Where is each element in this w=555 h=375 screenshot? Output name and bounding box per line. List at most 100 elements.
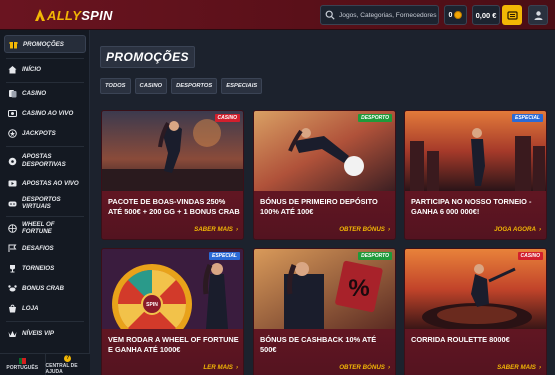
- sidebar-item-label: TORNEIOS: [22, 264, 55, 272]
- filter-todos[interactable]: TODOS: [100, 78, 131, 94]
- filter-desportos[interactable]: DESPORTOS: [171, 78, 218, 94]
- sidebar: PROMOÇÕES INÍCIO CASINO CASINO AO VIVO J…: [0, 30, 90, 375]
- promo-title: BÓNUS DE CASHBACK 10% ATÉ 500€: [260, 335, 377, 354]
- saber-mais-link[interactable]: SABER MAIS ›: [497, 364, 541, 371]
- sidebar-item-label: CASINO AO VIVO: [22, 109, 74, 117]
- promo-image-spin-wheel: SPIN: [102, 249, 243, 329]
- filter-casino[interactable]: CASINO: [134, 78, 168, 94]
- chevron-right-icon: ›: [538, 226, 541, 233]
- user-icon: [534, 10, 542, 20]
- category-badge: CASINO: [214, 114, 240, 122]
- sidebar-item-label: APOSTAS AO VIVO: [22, 179, 79, 187]
- promo-image-cashback-percent: %: [254, 249, 395, 329]
- chevron-right-icon: ›: [387, 226, 390, 233]
- trophy-icon: [10, 264, 15, 272]
- home-icon: [8, 65, 17, 73]
- promo-title: BÓNUS DE PRIMEIRO DEPÓSITO 100% ATÉ 100€: [260, 197, 378, 216]
- sidebar-item-bonus-crab[interactable]: BONUS CRAB: [4, 279, 86, 297]
- cta-label: SABER MAIS: [497, 364, 536, 371]
- sidebar-item-wheel-of-fortune[interactable]: WHEEL OF FORTUNE: [4, 219, 86, 237]
- obter-bonus-link[interactable]: OBTER BÓNUS ›: [339, 226, 390, 233]
- gg-balance[interactable]: 0: [444, 5, 467, 25]
- category-badge: ESPECIAL: [511, 114, 543, 122]
- chevron-right-icon: ›: [387, 364, 390, 371]
- sidebar-item-apostas-desportivas[interactable]: APOSTAS DESPORTIVAS: [4, 149, 86, 173]
- logo-text-ally: ALLY: [47, 7, 82, 23]
- wallet-button[interactable]: [502, 5, 522, 25]
- sidebar-item-desafios[interactable]: DESAFIOS: [4, 239, 86, 257]
- sidebar-item-torneios[interactable]: TORNEIOS: [4, 259, 86, 277]
- sidebar-item-apostas-ao-vivo[interactable]: APOSTAS AO VIVO: [4, 174, 86, 192]
- saber-mais-link[interactable]: SABER MAIS ›: [194, 226, 238, 233]
- search-box[interactable]: [320, 5, 439, 25]
- vip-icon: [8, 330, 17, 337]
- sports-icon: [8, 157, 17, 165]
- sidebar-item-casino-ao-vivo[interactable]: CASINO AO VIVO: [4, 104, 86, 122]
- virtual-icon: [8, 201, 17, 206]
- filter-especiais[interactable]: ESPECIAIS: [221, 78, 263, 94]
- sidebar-item-label: INÍCIO: [22, 65, 41, 73]
- sidebar-item-label: NÍVEIS VIP: [22, 329, 54, 337]
- cta-label: OBTER BÓNUS: [339, 364, 385, 371]
- sidebar-divider: [6, 146, 84, 147]
- sidebar-item-label: CASINO: [22, 89, 47, 97]
- promo-card-tournament[interactable]: ESPECIAL PARTICIPA NO NOSSO TORNEIO - GA…: [404, 110, 547, 240]
- promo-card-welcome-pack[interactable]: CASINO PACOTE DE BOAS-VINDAS 250% ATÉ 50…: [101, 110, 244, 240]
- live-icon: [8, 109, 17, 117]
- promo-card-first-deposit[interactable]: DESPORTO BÓNUS DE PRIMEIRO DEPÓSITO 100%…: [253, 110, 396, 240]
- sidebar-divider: [6, 216, 84, 217]
- joga-agora-link[interactable]: JOGA AGORA ›: [494, 226, 541, 233]
- jackpot-icon: [8, 128, 17, 138]
- portugal-flag-icon: [18, 358, 26, 364]
- language-selector[interactable]: PORTUGUÊS: [0, 354, 45, 375]
- wheel-icon: [8, 223, 17, 233]
- sidebar-item-label: PROMOÇÕES: [23, 40, 64, 48]
- top-bar: ALLYSPIN 0 0,00 €: [0, 0, 555, 30]
- sidebar-item-niveis-vip[interactable]: NÍVEIS VIP: [4, 324, 86, 342]
- promo-title: CORRIDA ROULETTE 8000€: [411, 335, 510, 344]
- sidebar-item-label: JACKPOTS: [22, 129, 56, 137]
- sidebar-item-label: DESAFIOS: [22, 244, 54, 252]
- promo-filter-tabs: TODOS CASINO DESPORTOS ESPECIAIS: [100, 78, 263, 94]
- sidebar-item-label: LOJA: [22, 304, 39, 312]
- cta-label: SABER MAIS: [194, 226, 233, 233]
- sidebar-item-jackpots[interactable]: JACKPOTS: [4, 124, 86, 142]
- promo-image-heroine-roulette: [405, 249, 546, 329]
- promo-image-heroine-kick: [254, 111, 395, 191]
- chevron-right-icon: ›: [235, 226, 238, 233]
- promo-card-cashback[interactable]: % DESPORTO BÓNUS DE CASHBACK 10% ATÉ 500…: [253, 248, 396, 375]
- sidebar-item-desportos-virtuais[interactable]: DESPORTOS VIRTUAIS: [4, 194, 86, 212]
- logo-text-spin: SPIN: [81, 7, 113, 23]
- profile-button[interactable]: [528, 5, 548, 25]
- promo-card-roulette-race[interactable]: CASINO CORRIDA ROULETTE 8000€ SABER MAIS…: [404, 248, 547, 375]
- ler-mais-link[interactable]: LER MAIS ›: [203, 364, 238, 371]
- page-title: PROMOÇÕES: [100, 46, 195, 68]
- sidebar-item-label: BONUS CRAB: [22, 284, 64, 292]
- obter-bonus-link[interactable]: OBTER BÓNUS ›: [339, 364, 390, 371]
- gift-icon: [9, 41, 18, 48]
- sidebar-item-promocoes[interactable]: PROMOÇÕES: [4, 35, 86, 53]
- promo-image-heroine-rooftop: [102, 111, 243, 191]
- promo-image-heroine-city: [405, 111, 546, 191]
- cta-label: LER MAIS: [203, 364, 233, 371]
- help-center-button[interactable]: ? CENTRAL DE AJUDA: [44, 354, 91, 375]
- coin-icon: [454, 11, 463, 19]
- sidebar-item-inicio[interactable]: INÍCIO: [4, 60, 86, 78]
- sidebar-item-label: APOSTAS DESPORTIVAS: [22, 153, 66, 168]
- search-icon: [325, 10, 335, 20]
- sidebar-item-casino[interactable]: CASINO: [4, 84, 86, 102]
- language-label: PORTUGUÊS: [6, 365, 39, 371]
- category-badge: CASINO: [517, 252, 543, 260]
- promo-title: VEM RODAR A WHEEL OF FORTUNE E GANHA ATÉ…: [108, 335, 239, 354]
- live-bet-icon: [8, 180, 17, 186]
- balance-display[interactable]: 0,00 €: [472, 5, 500, 25]
- svg-text:SPIN: SPIN: [146, 302, 158, 308]
- search-input[interactable]: [339, 11, 438, 19]
- sidebar-item-loja[interactable]: LOJA: [4, 299, 86, 317]
- promo-card-wheel-of-fortune[interactable]: SPIN ESPECIAL VEM RODAR A WHEEL OF FORTU…: [101, 248, 244, 375]
- balance-value: 0,00 €: [475, 10, 497, 20]
- promo-title: PACOTE DE BOAS-VINDAS 250% ATÉ 500€ + 20…: [108, 197, 240, 216]
- cta-label: JOGA AGORA: [494, 226, 536, 233]
- cta-label: OBTER BÓNUS: [339, 226, 385, 233]
- allyspin-logo[interactable]: ALLY SPIN: [34, 6, 113, 24]
